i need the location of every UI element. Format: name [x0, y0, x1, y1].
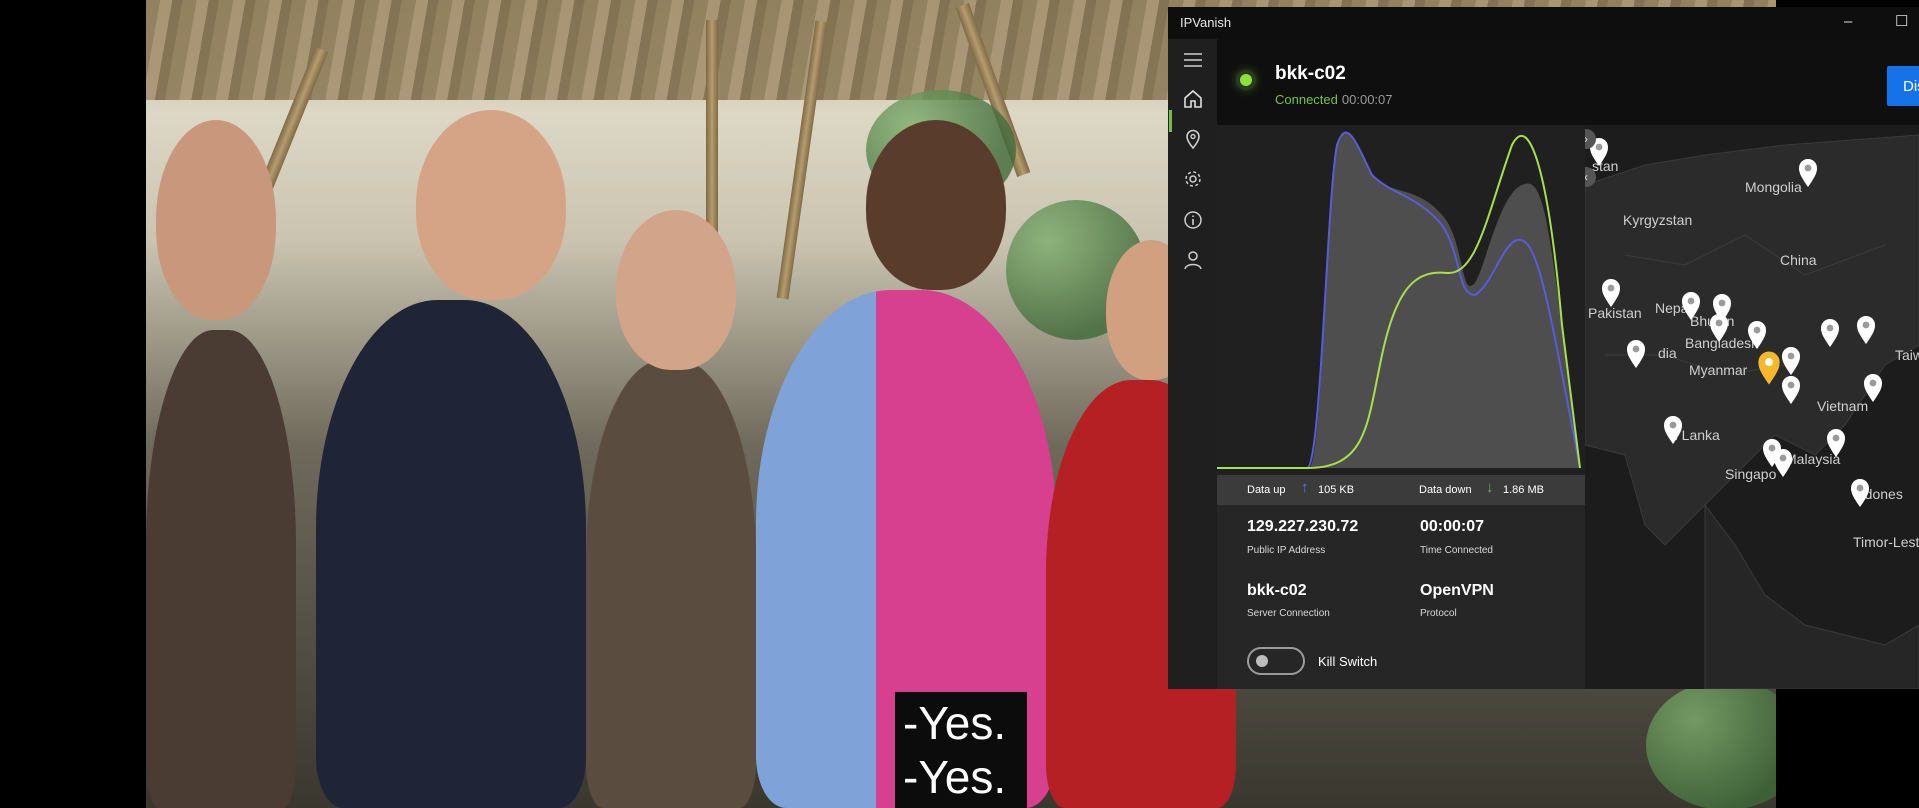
protocol-label: Protocol	[1420, 608, 1457, 619]
graph-fill-area	[1217, 132, 1580, 468]
server-pin[interactable]	[1797, 158, 1819, 188]
data-up-label: Data up	[1247, 484, 1286, 496]
data-down-value: 1.86 MB	[1503, 484, 1544, 496]
person-head	[866, 120, 1006, 290]
server-pin[interactable]	[1772, 448, 1794, 478]
traffic-graph	[1217, 125, 1585, 475]
arrow-down-icon: ↓	[1486, 479, 1494, 496]
server-connection-label: Server Connection	[1247, 608, 1330, 619]
status-indicator	[1240, 74, 1252, 86]
data-down-label: Data down	[1419, 484, 1472, 496]
server-pin[interactable]	[1746, 320, 1768, 350]
map-land	[1585, 134, 1919, 689]
sidebar	[1168, 39, 1217, 689]
arrow-up-icon: ↑	[1301, 479, 1309, 496]
server-pin[interactable]	[1680, 291, 1702, 321]
map-label: dia	[1658, 345, 1677, 361]
map-label: Timor-Lest	[1853, 534, 1919, 550]
kill-switch-label: Kill Switch	[1318, 654, 1378, 669]
menu-icon[interactable]	[1182, 49, 1204, 71]
server-connection-value: bkk-c02	[1247, 582, 1307, 599]
subtitle-line: -Yes.	[903, 697, 1007, 749]
server-pin[interactable]	[1780, 375, 1802, 405]
person	[586, 360, 756, 808]
time-connected-label: Time Connected	[1420, 545, 1493, 556]
window-title: IPVanish	[1180, 15, 1232, 30]
person	[316, 300, 586, 808]
home-icon[interactable]	[1182, 88, 1204, 110]
server-pin[interactable]	[1708, 313, 1730, 343]
server-name: bkk-c02	[1275, 63, 1346, 84]
subtitle-line: -Yes.	[903, 751, 1007, 803]
map-label: Vietnam	[1817, 398, 1869, 414]
map-label: Myanmar	[1689, 362, 1748, 378]
data-stats-bar: Data up ↑ 105 KB Data down ↓ 1.86 MB	[1217, 475, 1585, 505]
status-text: Connected	[1275, 92, 1338, 107]
active-indicator	[1169, 110, 1172, 132]
protocol-value: OpenVPN	[1420, 582, 1494, 599]
server-pin-active[interactable]	[1756, 350, 1782, 386]
server-pin[interactable]	[1819, 318, 1841, 348]
person-head	[156, 120, 276, 320]
elapsed-time: 00:00:07	[1341, 92, 1393, 107]
person-head	[616, 210, 736, 370]
server-pin[interactable]	[1855, 315, 1877, 345]
server-pin[interactable]	[1625, 339, 1647, 369]
person	[146, 330, 296, 808]
map-label: China	[1780, 252, 1817, 268]
public-ip-label: Public IP Address	[1247, 545, 1326, 556]
subtitle-box: -Yes. -Yes.	[895, 692, 1027, 808]
map-label: Mongolia	[1745, 179, 1802, 195]
maximize-button[interactable]: ☐	[1895, 12, 1908, 30]
settings-icon[interactable]	[1182, 168, 1204, 190]
map-label: Taiw	[1895, 347, 1919, 363]
minimize-button[interactable]: –	[1844, 13, 1852, 30]
time-connected-value: 00:00:07	[1420, 518, 1485, 535]
server-pin[interactable]	[1849, 478, 1871, 508]
connection-header: bkk-c02 Connected00:00:07 Disconnect	[1217, 39, 1919, 125]
server-pin[interactable]	[1780, 346, 1802, 376]
data-up-value: 105 KB	[1318, 484, 1355, 496]
title-bar: IPVanish – ☐	[1168, 7, 1919, 39]
map-label: Singapo	[1725, 466, 1777, 482]
connection-status: Connected 00:00:07	[1275, 92, 1393, 107]
account-icon[interactable]	[1182, 249, 1204, 271]
server-pin[interactable]	[1662, 415, 1684, 445]
info-icon[interactable]	[1182, 209, 1204, 231]
disconnect-button[interactable]: Disconnect	[1887, 66, 1919, 106]
server-pin[interactable]	[1600, 278, 1622, 308]
server-map[interactable]: stan Mongolia Kyrgyzstan China Pakistan …	[1585, 125, 1919, 689]
foliage	[1646, 680, 1776, 808]
connection-details: 129.227.230.72 Public IP Address 00:00:0…	[1217, 505, 1585, 689]
server-pin[interactable]	[1862, 373, 1884, 403]
kill-switch-toggle[interactable]	[1247, 647, 1305, 675]
person-head	[416, 110, 566, 300]
toggle-knob	[1256, 655, 1268, 667]
location-icon[interactable]	[1182, 128, 1204, 150]
server-pin[interactable]	[1825, 428, 1847, 458]
map-label: Kyrgyzstan	[1623, 212, 1693, 228]
ipvanish-window: IPVanish – ☐ bkk-c02 Connected 00:00:07 …	[1168, 7, 1919, 689]
public-ip-value: 129.227.230.72	[1247, 518, 1359, 535]
